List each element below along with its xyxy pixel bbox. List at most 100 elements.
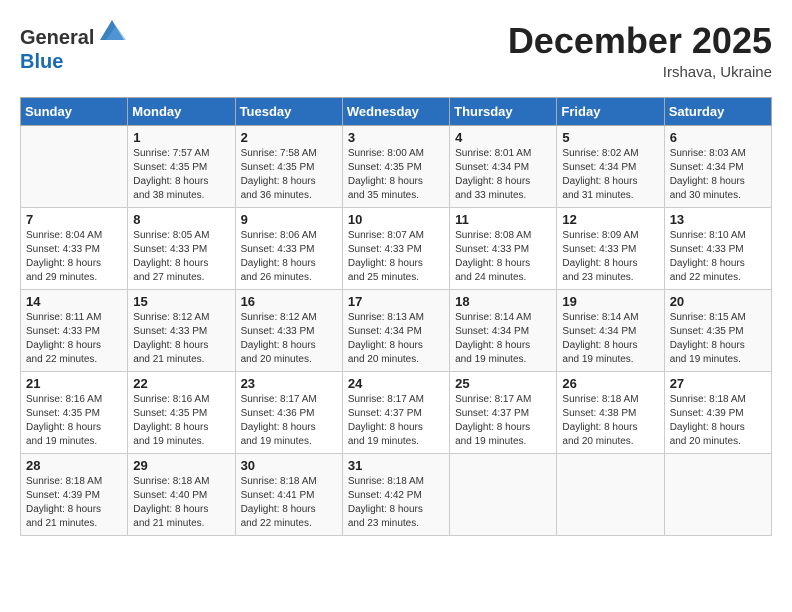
calendar-cell: 26Sunrise: 8:18 AM Sunset: 4:38 PM Dayli… [557,372,664,454]
day-number: 17 [348,294,444,309]
day-info: Sunrise: 8:17 AM Sunset: 4:37 PM Dayligh… [455,393,551,449]
day-number: 30 [241,458,337,473]
col-header-sunday: Sunday [21,98,128,126]
day-info: Sunrise: 8:10 AM Sunset: 4:33 PM Dayligh… [670,229,766,285]
day-info: Sunrise: 8:12 AM Sunset: 4:33 PM Dayligh… [133,311,229,367]
calendar-cell: 10 Sunrise: 8:07 AM Sunset: 4:33 PM Dayli… [342,208,449,290]
day-number: 29 [133,458,229,473]
calendar-header: SundayMondayTuesdayWednesdayThursdayFrid… [21,98,772,126]
location: Irshava, Ukraine [508,64,772,81]
calendar-week-2: 7Sunrise: 8:04 AM Sunset: 4:33 PM Daylig… [21,208,772,290]
calendar-cell [450,454,557,536]
calendar-cell [557,454,664,536]
calendar-cell: 25 Sunrise: 8:17 AM Sunset: 4:37 PM Dayli… [450,372,557,454]
day-info: Sunrise: 8:18 AM Sunset: 4:39 PM Dayligh… [670,393,766,449]
day-number: 9 [241,212,337,227]
day-info: Sunrise: 8:17 AM Sunset: 4:37 PM Dayligh… [348,393,444,449]
col-header-tuesday: Tuesday [235,98,342,126]
month-title: December 2025 [508,20,772,62]
calendar-cell: 2 Sunrise: 7:58 AM Sunset: 4:35 PM Daylig… [235,126,342,208]
calendar-cell: 28 Sunrise: 8:18 AM Sunset: 4:39 PM Dayli… [21,454,128,536]
day-number: 25 [455,376,551,391]
day-number: 27 [670,376,766,391]
page-header: General Blue December 2025 Irshava, Ukra… [20,20,772,81]
calendar-cell: 17 Sunrise: 8:13 AM Sunset: 4:34 PM Dayli… [342,290,449,372]
day-info: Sunrise: 8:12 AM Sunset: 4:33 PM Dayligh… [241,311,337,367]
calendar-cell: 29 Sunrise: 8:18 AM Sunset: 4:40 PM Dayli… [128,454,235,536]
calendar-cell: 6 Sunrise: 8:03 AM Sunset: 4:34 PM Daylig… [664,126,771,208]
day-number: 11 [455,212,551,227]
day-number: 20 [670,294,766,309]
day-info: Sunrise: 8:18 AM Sunset: 4:40 PM Dayligh… [133,475,229,531]
calendar-cell: 13 Sunrise: 8:10 AM Sunset: 4:33 PM Dayli… [664,208,771,290]
day-number: 13 [670,212,766,227]
day-info: Sunrise: 8:11 AM Sunset: 4:33 PM Dayligh… [26,311,122,367]
day-info: Sunrise: 8:18 AM Sunset: 4:42 PM Dayligh… [348,475,444,531]
calendar-cell: 24 Sunrise: 8:17 AM Sunset: 4:37 PM Dayli… [342,372,449,454]
day-number: 4 [455,130,551,145]
day-info: Sunrise: 8:09 AM Sunset: 4:33 PM Dayligh… [562,229,658,285]
day-info: Sunrise: 8:03 AM Sunset: 4:34 PM Dayligh… [670,147,766,203]
col-header-saturday: Saturday [664,98,771,126]
day-number: 6 [670,130,766,145]
day-number: 23 [241,376,337,391]
calendar-cell: 19 Sunrise: 8:14 AM Sunset: 4:34 PM Dayli… [557,290,664,372]
day-info: Sunrise: 8:16 AM Sunset: 4:35 PM Dayligh… [26,393,122,449]
calendar-cell: 23Sunrise: 8:17 AM Sunset: 4:36 PM Dayli… [235,372,342,454]
day-info: Sunrise: 8:05 AM Sunset: 4:33 PM Dayligh… [133,229,229,285]
day-number: 8 [133,212,229,227]
day-number: 15 [133,294,229,309]
title-block: December 2025 Irshava, Ukraine [508,20,772,81]
day-info: Sunrise: 8:08 AM Sunset: 4:33 PM Dayligh… [455,229,551,285]
logo-icon [96,16,128,44]
day-number: 19 [562,294,658,309]
calendar-cell: 5 Sunrise: 8:02 AM Sunset: 4:34 PM Daylig… [557,126,664,208]
day-number: 21 [26,376,122,391]
day-info: Sunrise: 8:14 AM Sunset: 4:34 PM Dayligh… [562,311,658,367]
day-number: 12 [562,212,658,227]
day-info: Sunrise: 7:58 AM Sunset: 4:35 PM Dayligh… [241,147,337,203]
day-number: 24 [348,376,444,391]
calendar-cell: 30 Sunrise: 8:18 AM Sunset: 4:41 PM Dayli… [235,454,342,536]
calendar-cell: 22Sunrise: 8:16 AM Sunset: 4:35 PM Dayli… [128,372,235,454]
calendar-table: SundayMondayTuesdayWednesdayThursdayFrid… [20,97,772,536]
day-number: 26 [562,376,658,391]
day-number: 1 [133,130,229,145]
day-info: Sunrise: 8:15 AM Sunset: 4:35 PM Dayligh… [670,311,766,367]
calendar-cell [664,454,771,536]
calendar-cell: 12 Sunrise: 8:09 AM Sunset: 4:33 PM Dayli… [557,208,664,290]
day-info: Sunrise: 8:18 AM Sunset: 4:41 PM Dayligh… [241,475,337,531]
day-number: 31 [348,458,444,473]
calendar-week-4: 21 Sunrise: 8:16 AM Sunset: 4:35 PM Dayli… [21,372,772,454]
day-number: 18 [455,294,551,309]
day-info: Sunrise: 8:06 AM Sunset: 4:33 PM Dayligh… [241,229,337,285]
day-number: 5 [562,130,658,145]
day-number: 14 [26,294,122,309]
day-number: 16 [241,294,337,309]
day-number: 2 [241,130,337,145]
calendar-cell: 16 Sunrise: 8:12 AM Sunset: 4:33 PM Dayli… [235,290,342,372]
day-info: Sunrise: 8:02 AM Sunset: 4:34 PM Dayligh… [562,147,658,203]
col-header-wednesday: Wednesday [342,98,449,126]
logo-blue: Blue [20,51,63,73]
day-number: 10 [348,212,444,227]
day-number: 7 [26,212,122,227]
calendar-cell: 8 Sunrise: 8:05 AM Sunset: 4:33 PM Daylig… [128,208,235,290]
calendar-cell: 11 Sunrise: 8:08 AM Sunset: 4:33 PM Dayli… [450,208,557,290]
day-info: Sunrise: 7:57 AM Sunset: 4:35 PM Dayligh… [133,147,229,203]
calendar-week-3: 14 Sunrise: 8:11 AM Sunset: 4:33 PM Dayli… [21,290,772,372]
day-info: Sunrise: 8:13 AM Sunset: 4:34 PM Dayligh… [348,311,444,367]
logo-general: General [20,27,94,49]
day-number: 3 [348,130,444,145]
calendar-cell: 14 Sunrise: 8:11 AM Sunset: 4:33 PM Dayli… [21,290,128,372]
calendar-cell [21,126,128,208]
col-header-thursday: Thursday [450,98,557,126]
day-info: Sunrise: 8:07 AM Sunset: 4:33 PM Dayligh… [348,229,444,285]
calendar-cell: 31 Sunrise: 8:18 AM Sunset: 4:42 PM Dayli… [342,454,449,536]
calendar-cell: 18Sunrise: 8:14 AM Sunset: 4:34 PM Dayli… [450,290,557,372]
day-info: Sunrise: 8:00 AM Sunset: 4:35 PM Dayligh… [348,147,444,203]
day-info: Sunrise: 8:16 AM Sunset: 4:35 PM Dayligh… [133,393,229,449]
day-info: Sunrise: 8:18 AM Sunset: 4:39 PM Dayligh… [26,475,122,531]
calendar-cell: 15 Sunrise: 8:12 AM Sunset: 4:33 PM Dayli… [128,290,235,372]
day-number: 28 [26,458,122,473]
